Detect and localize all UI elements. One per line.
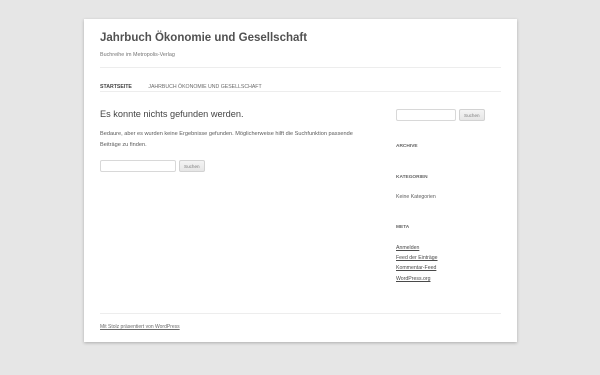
main-search-form: Suchen [100, 160, 205, 172]
footer-divider [100, 313, 501, 314]
site-title[interactable]: Jahrbuch Ökonomie und Gesellschaft [100, 32, 307, 44]
list-item: Anmelden [396, 243, 438, 253]
meta-link-wordpress-org[interactable]: WordPress.org [396, 276, 431, 282]
meta-link-comments-feed[interactable]: Kommentar-Feed [396, 265, 436, 271]
no-results-text: Bedaure, aber es wurden keine Ergebnisse… [100, 131, 353, 148]
list-item: Feed der Einträge [396, 253, 438, 263]
meta-link-anmelden[interactable]: Anmelden [396, 245, 419, 251]
list-item: WordPress.org [396, 274, 438, 284]
sidebar-search-form: Suchen [396, 109, 485, 121]
widget-title-archive: Archive [396, 144, 418, 149]
nav-item-startseite[interactable]: Startseite [100, 84, 132, 90]
nav-divider [100, 91, 501, 92]
list-item: Kommentar-Feed [396, 263, 438, 273]
categories-empty-text: Keine Kategorien [396, 194, 436, 200]
site-description: Buchreihe im Metropolis-Verlag [100, 52, 175, 58]
header-divider [100, 67, 501, 68]
page-container: Jahrbuch Ökonomie und Gesellschaft Buchr… [84, 19, 517, 342]
main-search-button[interactable]: Suchen [179, 160, 205, 172]
page-title: Es konnte nichts gefunden werden. [100, 109, 244, 119]
footer-credit-link[interactable]: Mit Stolz präsentiert von WordPress [100, 324, 180, 330]
widget-title-meta: Meta [396, 225, 410, 230]
meta-links-list: Anmelden Feed der Einträge Kommentar-Fee… [396, 243, 438, 284]
footer-credit: Mit Stolz präsentiert von WordPress [100, 324, 180, 330]
meta-link-entries-feed[interactable]: Feed der Einträge [396, 255, 438, 261]
nav-item-jahrbuch[interactable]: Jahrbuch Ökonomie und Gesellschaft [148, 84, 261, 90]
sidebar-search-button[interactable]: Suchen [459, 109, 485, 121]
widget-title-categories: Kategorien [396, 175, 428, 180]
sidebar-search-input[interactable] [396, 109, 456, 121]
main-search-input[interactable] [100, 160, 176, 172]
